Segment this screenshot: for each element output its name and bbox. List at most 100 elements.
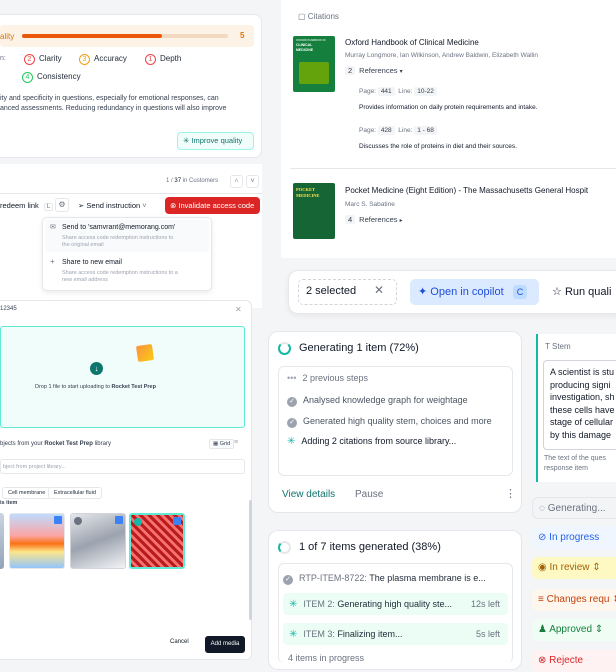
invalidate-access-code-button[interactable]: ⊗ Invalidate access code [165, 197, 260, 214]
shortcut-key: C [512, 285, 528, 299]
filter-chip-extracellular-fluid[interactable]: Extracellular fluid [48, 481, 102, 499]
item-row[interactable]: ✳ ITEM 3: Finalizing item... 5s left [283, 623, 508, 645]
pagination: 1 / 37 in Customers [166, 178, 218, 184]
stem-hint: response item [544, 465, 588, 472]
chevron-up-icon: ˄ [234, 178, 239, 185]
stem-line: stage of cellular [550, 417, 614, 427]
reference-location: Page: 441 Line: 10-22 [359, 87, 437, 96]
cover-text: OXFORD HANDBOOK OF [296, 39, 326, 42]
pagination-down-button[interactable]: ˅ [246, 175, 259, 188]
dropzone-text: Drop 1 file to start uploading to Rocket… [35, 384, 156, 390]
library-search-input[interactable]: bject from project library... [0, 459, 245, 474]
cover-text: MEDICINE [296, 193, 320, 198]
selected-count-label: 2 selected [306, 285, 357, 297]
view-mode-toggle[interactable]: ▦ Grid [209, 439, 235, 449]
cancel-label: Cancel [170, 639, 189, 645]
media-thumbnail-selected[interactable] [70, 513, 126, 569]
check-icon [134, 518, 142, 526]
run-quality-button[interactable]: ☆ Run quali [546, 279, 616, 305]
pagination-up-button[interactable]: ˄ [230, 175, 243, 188]
section-label: is item [0, 500, 18, 506]
send-instruction-button[interactable]: ➢ Send instruction ˅ [74, 198, 160, 214]
item-row[interactable]: ✳ ITEM 2: Generating high quality ste... … [283, 593, 508, 615]
dropzone-target: Rocket Test Prep [111, 384, 156, 390]
run-quality-label: Run quali [564, 286, 612, 298]
media-thumbnail-selected[interactable] [129, 513, 185, 569]
open-in-copilot-button[interactable]: ✦ Open in copilot C [410, 279, 539, 305]
items-in-progress-label: 4 items in progress [288, 653, 365, 663]
status-label: Rejecte [549, 655, 584, 666]
status-icon: ◉ [538, 562, 550, 573]
item-id: RTP-ITEM-8722: [299, 573, 367, 583]
citations-header-label: Citations [307, 12, 339, 21]
media-thumbnail[interactable] [9, 513, 65, 569]
sparkle-icon: ✳ [183, 136, 190, 145]
close-icon[interactable]: ✕ [235, 305, 242, 314]
status-pill-generating[interactable]: ◌ Generating... [532, 497, 616, 519]
references-toggle[interactable]: 2 References ▾ [345, 66, 403, 75]
quality-prefix: n: [0, 55, 6, 62]
step-text: Adding 2 citations from source library..… [301, 436, 457, 446]
chevron-right-icon: ▸ [399, 218, 403, 224]
status-pill-in-progress[interactable]: ⊘ In progress [532, 527, 616, 549]
quality-progress-fill [22, 34, 163, 38]
more-options-icon[interactable]: ⋮ [505, 487, 516, 500]
references-label: References [359, 66, 398, 75]
reference-location: Page: 428 Line: 1 - 68 [359, 126, 437, 135]
chevron-down-icon: ˅ [142, 201, 147, 210]
improve-quality-button[interactable]: ✳ Improve quality [177, 132, 254, 150]
plus-icon: + [50, 257, 55, 266]
filter-chip-cell-membrane[interactable]: Cell membrane [2, 481, 52, 499]
status-icon: ⊘ [538, 532, 550, 543]
dots-icon: ••• [287, 373, 297, 383]
status-label: In review [549, 562, 590, 573]
item-row[interactable]: ✓ RTP-ITEM-8722: The plasma membrane is e… [283, 568, 508, 588]
status-pill-changes-requested[interactable]: ≡ Changes requ ⇕ [532, 589, 616, 611]
quality-feedback-line2: anced assessments. Reducing redundancy i… [0, 105, 227, 112]
status-pill-approved[interactable]: ♟ Approved ⇕ [532, 619, 616, 641]
status-pill-rejected[interactable]: ⊗ Rejecte [532, 650, 616, 672]
quality-progress-track [22, 34, 228, 38]
references-label: References [359, 215, 398, 224]
clear-selection-icon[interactable]: ✕ [374, 283, 384, 297]
redeem-link-button[interactable]: redeem link L [0, 201, 54, 211]
cover-text: CLINICAL [296, 43, 313, 47]
page-value: 441 [377, 87, 395, 96]
star-icon: ☆ [552, 286, 562, 298]
status-pill-in-review[interactable]: ◉ In review ⇕ [532, 557, 616, 579]
book-title[interactable]: Oxford Handbook of Clinical Medicine [345, 38, 479, 47]
add-media-button[interactable]: Add media [205, 636, 245, 653]
invalidate-label: Invalidate access code [178, 201, 255, 210]
quality-score: 5 [240, 31, 245, 40]
settings-button[interactable]: ⚙ [55, 198, 69, 212]
list-view-icon[interactable]: ≡ [234, 439, 238, 446]
pagination-total: 37 [174, 178, 182, 184]
status-label: Generating... [547, 503, 606, 514]
quality-label: ality [0, 32, 15, 41]
image-badge-icon [54, 516, 62, 524]
generating-title: Generating 1 item (72%) [299, 342, 419, 354]
upload-dropzone[interactable] [0, 326, 245, 428]
book-title[interactable]: Pocket Medicine (Eight Edition) - The Ma… [345, 186, 588, 195]
pause-button[interactable]: Pause [355, 489, 383, 500]
book-cover-pocket-medicine: POCKET MEDICINE [293, 183, 335, 239]
references-toggle[interactable]: 4 References ▸ [345, 215, 403, 224]
stem-header-label: Stem [551, 342, 571, 351]
check-circle-icon: ✓ [287, 397, 297, 407]
chevron-updown-icon: ⇕ [592, 624, 604, 635]
library-search-placeholder: bject from project library... [3, 464, 66, 470]
item-text: Finalizing item... [337, 629, 403, 639]
stem-textarea[interactable]: A scientist is stu producing signi inves… [543, 360, 616, 450]
pagination-sep: / [171, 178, 173, 184]
criterion-label: Clarity [39, 54, 62, 63]
spinner-icon: ✳ [289, 599, 298, 610]
step-row: ••• 2 previous steps [287, 373, 368, 383]
view-details-link[interactable]: View details [282, 489, 335, 500]
view-mode-label: Grid [219, 441, 231, 447]
modal-scrollbar[interactable] [249, 500, 252, 620]
quality-feedback-line1: ity and specificity in questions, especi… [0, 95, 219, 102]
media-thumbnail[interactable] [0, 513, 4, 569]
page-label: Page: [359, 127, 376, 134]
cancel-button[interactable]: Cancel [170, 639, 189, 645]
check-icon [74, 517, 82, 525]
